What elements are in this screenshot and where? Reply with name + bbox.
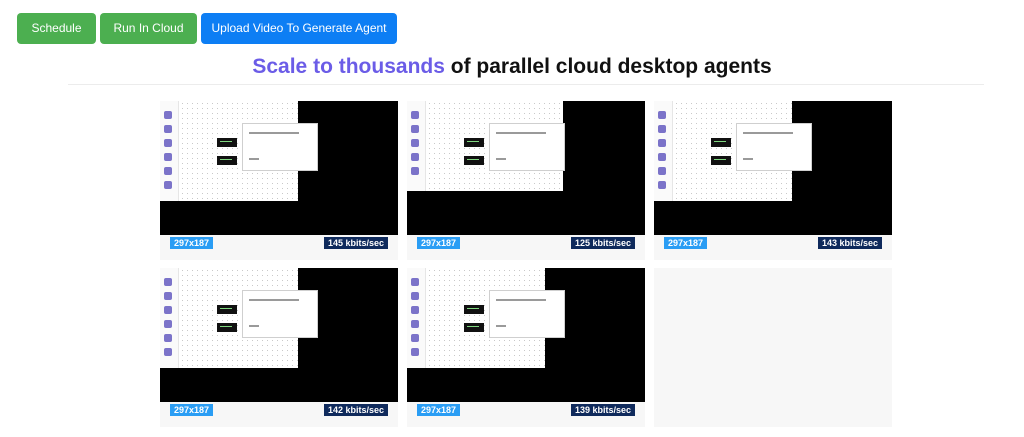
app-icon — [411, 348, 419, 356]
desktop-sidebar — [160, 268, 179, 368]
resolution-badge: 297x187 — [417, 404, 461, 416]
app-icon — [658, 153, 666, 161]
resolution-badge: 297x187 — [664, 237, 708, 249]
app-icon — [658, 139, 666, 147]
empty-agent-slot — [654, 268, 892, 427]
agent-tile[interactable]: 297x187 143 kbits/sec — [654, 101, 892, 260]
divider — [68, 84, 984, 85]
app-icon — [411, 292, 419, 300]
desktop-sidebar — [160, 101, 179, 201]
terminal-window — [217, 305, 237, 314]
headline-accent: Scale to thousands — [252, 55, 445, 78]
terminal-window — [711, 156, 731, 165]
app-icon — [164, 334, 172, 342]
app-icon — [411, 153, 419, 161]
bitrate-badge: 125 kbits/sec — [570, 237, 635, 249]
agent-stream[interactable] — [407, 268, 645, 402]
app-icon — [164, 306, 172, 314]
app-icon — [658, 181, 666, 189]
app-icon — [164, 125, 172, 133]
app-icon — [164, 111, 172, 119]
app-icon — [411, 334, 419, 342]
terminal-window — [464, 156, 484, 165]
app-icon — [164, 153, 172, 161]
app-icon — [411, 139, 419, 147]
app-icon — [164, 278, 172, 286]
app-icon — [658, 167, 666, 175]
terminal-window — [464, 138, 484, 147]
toolbar: Schedule Run In Cloud Upload Video To Ge… — [17, 13, 397, 44]
agent-tile[interactable]: 297x187 125 kbits/sec — [407, 101, 645, 260]
dialog-text — [496, 132, 546, 134]
app-icon — [658, 111, 666, 119]
dialog-text — [249, 158, 259, 160]
app-icon — [164, 320, 172, 328]
terminal-window — [464, 305, 484, 314]
terminal-window — [464, 323, 484, 332]
dialog-text — [496, 158, 506, 160]
agent-stream[interactable] — [160, 101, 398, 235]
agent-tile[interactable]: 297x187 142 kbits/sec — [160, 268, 398, 427]
agent-stream[interactable] — [407, 101, 645, 235]
app-icon — [164, 348, 172, 356]
bitrate-badge: 142 kbits/sec — [323, 404, 388, 416]
terminal-window — [217, 138, 237, 147]
dialog-window — [489, 123, 565, 171]
terminal-window — [217, 156, 237, 165]
app-icon — [164, 167, 172, 175]
agent-stream[interactable] — [160, 268, 398, 402]
agent-tile[interactable]: 297x187 145 kbits/sec — [160, 101, 398, 260]
agent-tile[interactable]: 297x187 139 kbits/sec — [407, 268, 645, 427]
dialog-window — [489, 290, 565, 338]
app-icon — [164, 292, 172, 300]
dialog-text — [249, 299, 299, 301]
run-in-cloud-button[interactable]: Run In Cloud — [100, 13, 197, 44]
app-icon — [658, 125, 666, 133]
dialog-text — [249, 132, 299, 134]
desktop-sidebar — [407, 101, 426, 191]
terminal-window — [217, 323, 237, 332]
app-icon — [411, 278, 419, 286]
page-headline: Scale to thousands of parallel cloud des… — [0, 55, 1024, 79]
headline-rest: of parallel cloud desktop agents — [444, 55, 772, 78]
bitrate-badge: 145 kbits/sec — [323, 237, 388, 249]
app-icon — [411, 167, 419, 175]
bitrate-badge: 143 kbits/sec — [817, 237, 882, 249]
upload-video-button[interactable]: Upload Video To Generate Agent — [201, 13, 397, 44]
schedule-button[interactable]: Schedule — [17, 13, 96, 44]
dialog-text — [743, 158, 753, 160]
dialog-window — [242, 290, 318, 338]
resolution-badge: 297x187 — [170, 404, 214, 416]
bitrate-badge: 139 kbits/sec — [570, 404, 635, 416]
dialog-text — [249, 325, 259, 327]
agent-stream[interactable] — [654, 101, 892, 235]
dialog-window — [736, 123, 812, 171]
app-icon — [164, 181, 172, 189]
dialog-text — [496, 299, 546, 301]
app-icon — [411, 111, 419, 119]
dialog-window — [242, 123, 318, 171]
dialog-text — [496, 325, 506, 327]
resolution-badge: 297x187 — [170, 237, 214, 249]
app-icon — [411, 125, 419, 133]
desktop-sidebar — [407, 268, 426, 368]
app-icon — [164, 139, 172, 147]
app-icon — [411, 306, 419, 314]
terminal-window — [711, 138, 731, 147]
desktop-sidebar — [654, 101, 673, 201]
resolution-badge: 297x187 — [417, 237, 461, 249]
dialog-text — [743, 132, 793, 134]
app-icon — [411, 320, 419, 328]
